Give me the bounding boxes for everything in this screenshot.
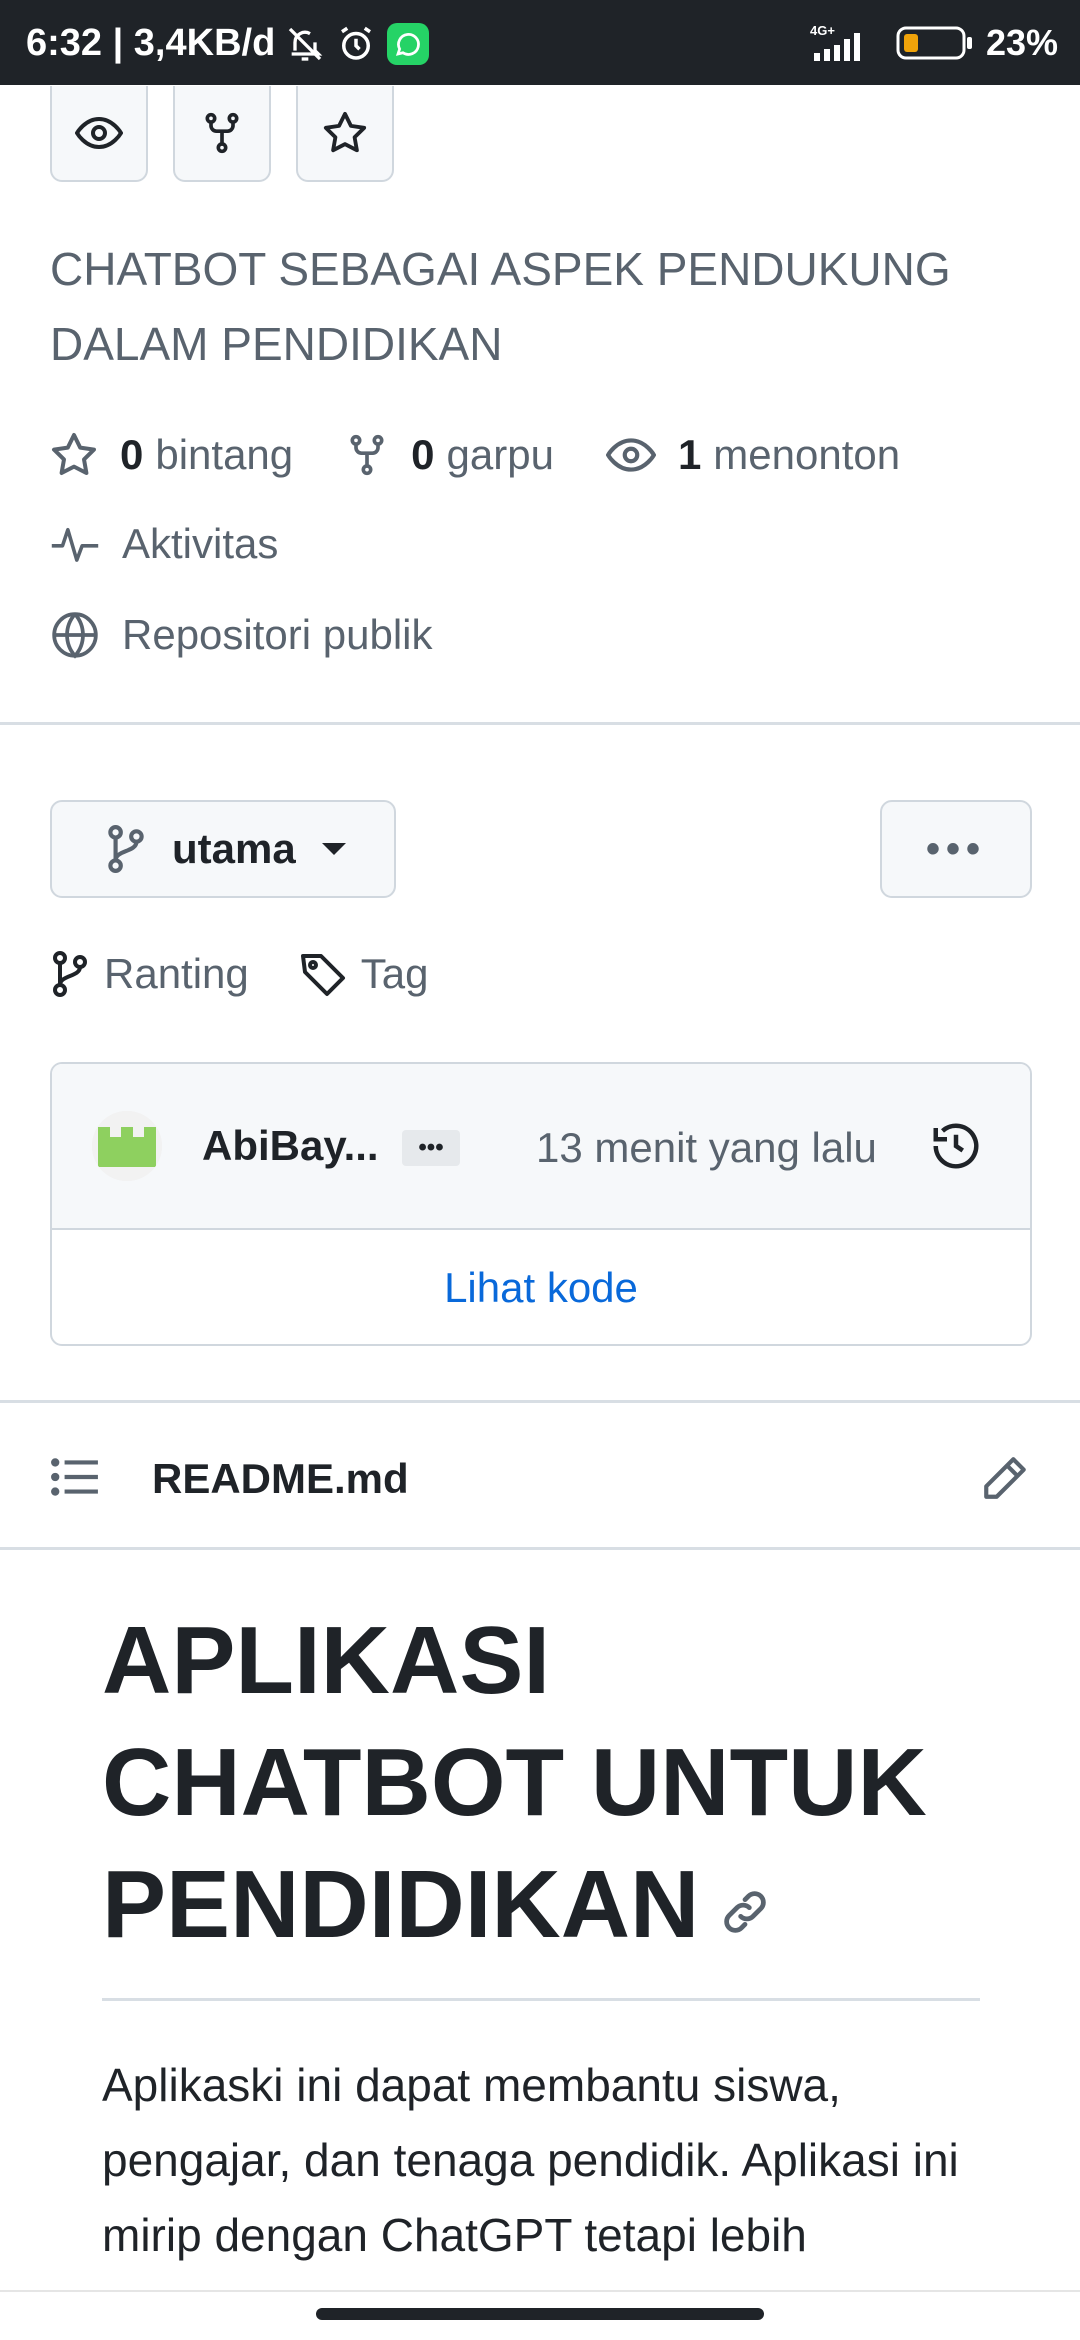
watchers-count: 1 <box>677 431 702 478</box>
branch-name: utama <box>172 825 296 872</box>
activity-link[interactable]: Aktivitas <box>50 520 278 568</box>
fork-button[interactable] <box>173 86 271 182</box>
forks-label: garpu <box>446 431 554 478</box>
commit-info: AbiBay... ••• 13 menit yang lalu <box>52 1064 1030 1230</box>
link-icon[interactable] <box>719 1886 771 1938</box>
watchers-label: menonton <box>713 431 901 478</box>
readme-body: Aplikaski ini dapat membantu siswa, peng… <box>102 2059 959 2261</box>
stars-link[interactable]: 0 bintang <box>50 431 293 479</box>
pulse-icon <box>51 527 99 562</box>
readme-title: APLIKASI CHATBOT UNTUK PENDIDIKAN <box>102 1600 982 1966</box>
chevron-down-icon <box>321 843 346 855</box>
bell-off-icon <box>285 24 325 64</box>
stars-label: bintang <box>155 431 294 478</box>
fork-icon <box>350 434 384 476</box>
battery-percent: 23% <box>985 22 1058 63</box>
branch-icon <box>108 825 144 873</box>
star-button[interactable] <box>296 86 394 182</box>
watch-button[interactable] <box>50 86 148 182</box>
commit-author[interactable]: AbiBay... <box>202 1122 379 1170</box>
more-options-button[interactable]: ••• <box>880 800 1032 898</box>
whatsapp-icon <box>387 22 430 65</box>
forks-link[interactable]: 0 garpu <box>345 431 554 479</box>
tags-label: Tag <box>360 950 429 997</box>
refs-links: Ranting Tag <box>50 950 478 998</box>
visibility-label: Repositori publik <box>122 611 433 658</box>
avatar[interactable] <box>92 1111 162 1181</box>
view-code-link[interactable]: Lihat kode <box>52 1230 1030 1344</box>
activity-label: Aktivitas <box>122 520 279 567</box>
readme-title-text: APLIKASI CHATBOT UNTUK PENDIDIKAN <box>102 1607 927 1958</box>
latest-commit-box: AbiBay... ••• 13 menit yang lalu Lihat k… <box>50 1062 1032 1346</box>
status-time: 6:32 | 3,4KB/d <box>26 22 276 64</box>
star-icon <box>323 111 367 153</box>
star-icon <box>52 433 96 475</box>
pencil-icon[interactable] <box>980 1453 1030 1503</box>
tag-icon <box>300 954 345 996</box>
view-code-label: Lihat kode <box>444 1264 638 1311</box>
forks-count: 0 <box>411 431 435 478</box>
repo-stats: 0 bintang 0 garpu 1 menonton <box>50 430 952 480</box>
status-bar: 6:32 | 3,4KB/d 4G+ 23% <box>0 0 1080 85</box>
branches-label: Ranting <box>104 950 249 997</box>
more-options-label: ••• <box>925 826 986 871</box>
svg-text:4G+: 4G+ <box>810 23 835 38</box>
branch-selector-button[interactable]: utama <box>50 800 396 898</box>
stars-count: 0 <box>120 431 144 478</box>
list-icon[interactable] <box>50 1455 100 1499</box>
status-right: 4G+ 23% <box>810 22 1058 64</box>
branch-icon <box>53 951 87 997</box>
section-divider <box>0 722 1080 725</box>
signal-icon: 4G+ <box>810 23 884 63</box>
visibility-info: Repositori publik <box>50 610 433 660</box>
tags-link[interactable]: Tag <box>299 950 429 998</box>
history-icon[interactable] <box>929 1119 983 1173</box>
repo-description: CHATBOT SEBAGAI ASPEK PENDUKUNG DALAM PE… <box>50 243 951 370</box>
bottom-divider <box>0 2290 1080 2292</box>
eye-icon <box>605 438 656 472</box>
title-divider <box>102 1998 980 2001</box>
watchers-link[interactable]: 1 menonton <box>605 430 901 480</box>
readme-header: README.md <box>0 1400 1080 1550</box>
home-indicator[interactable] <box>316 2308 764 2320</box>
commit-time: 13 menit yang lalu <box>536 1124 877 1171</box>
status-left: 6:32 | 3,4KB/d <box>26 22 430 65</box>
battery-icon <box>896 24 974 62</box>
globe-icon <box>52 612 98 659</box>
branches-link[interactable]: Ranting <box>50 950 249 998</box>
readme-filename: README.md <box>152 1455 409 1502</box>
eye-icon <box>75 116 123 150</box>
commit-message-expand-button[interactable]: ••• <box>402 1130 460 1166</box>
alarm-icon <box>335 23 377 65</box>
fork-icon <box>205 112 239 154</box>
